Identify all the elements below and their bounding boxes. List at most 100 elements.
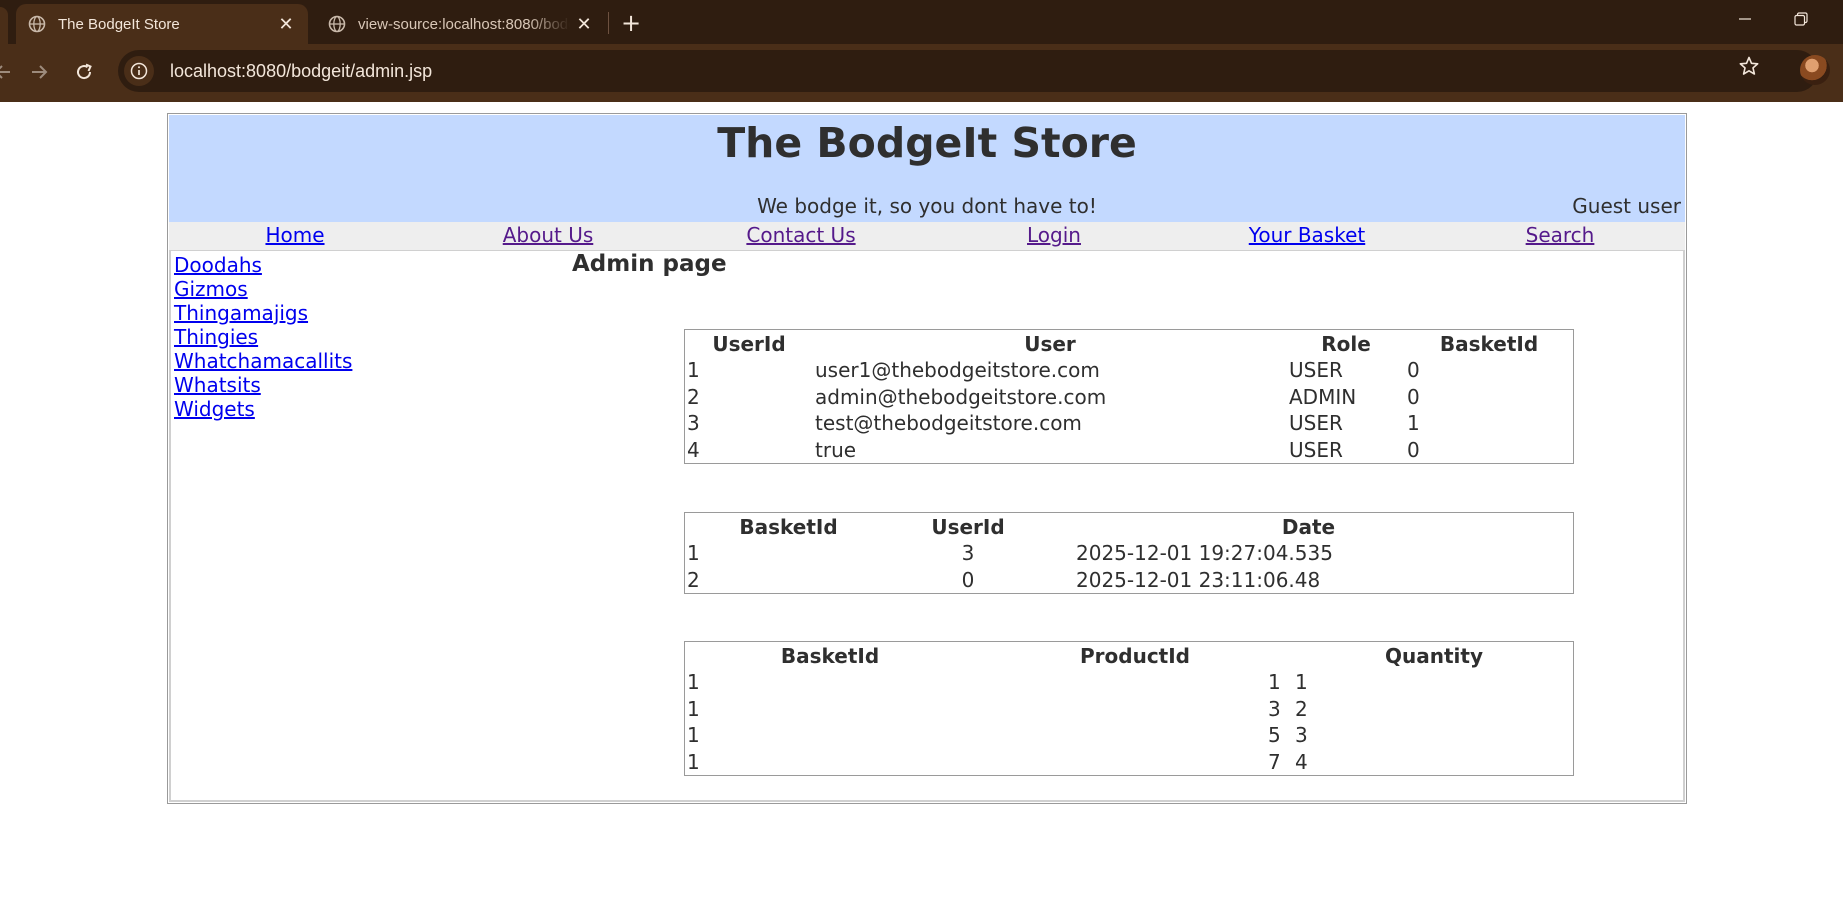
table-row: 1 7 4: [685, 749, 1573, 776]
content-area: Doodahs Gizmos Thingamajigs Thingies Wha…: [169, 250, 1685, 802]
table-cell: 1: [687, 541, 700, 566]
users-table: UserId User Role BasketId 1 user1@thebod…: [684, 329, 1574, 464]
column-header: Quantity: [1385, 643, 1483, 668]
browser-tabstrip: The BodgeIt Store ✕ view-source:localhos…: [0, 0, 1843, 44]
column-header: BasketId: [780, 643, 880, 668]
table-row: 3 test@thebodgeitstore.com USER 1: [685, 410, 1573, 437]
globe-icon: [328, 15, 346, 33]
close-icon[interactable]: ✕: [272, 10, 300, 38]
site-header: The BodgeIt Store We bodge it, so you do…: [169, 115, 1685, 222]
globe-icon: [28, 15, 46, 33]
category-link-thingamajigs[interactable]: Thingamajigs: [174, 301, 352, 325]
table-cell: test@thebodgeitstore.com: [815, 411, 1082, 436]
table-row: 1 user1@thebodgeitstore.com USER 0: [685, 357, 1573, 384]
baskets-table: BasketId UserId Date 1 3 2025-12-01 19:2…: [684, 512, 1574, 594]
table-cell: 2025-12-01 19:27:04.535: [1076, 541, 1333, 566]
profile-avatar[interactable]: [1800, 55, 1830, 85]
table-cell: 1: [687, 696, 700, 721]
basket-contents-table: BasketId ProductId Quantity 1 1 1 1 3 2 …: [684, 641, 1574, 776]
table-cell: 2025-12-01 23:11:06.48: [1076, 567, 1321, 592]
table-row: 1 5 3: [685, 722, 1573, 749]
column-header: ProductId: [1080, 643, 1190, 668]
table-header-row: BasketId ProductId Quantity: [685, 642, 1573, 669]
column-header: BasketId: [739, 514, 838, 539]
star-icon[interactable]: [1738, 55, 1760, 81]
table-cell: 2: [687, 567, 700, 592]
category-link-gizmos[interactable]: Gizmos: [174, 277, 352, 301]
user-status: Guest user: [1572, 194, 1681, 218]
category-link-thingies[interactable]: Thingies: [174, 325, 352, 349]
table-cell: 1: [1295, 670, 1308, 695]
table-row: 1 3 2: [685, 696, 1573, 723]
page-frame: The BodgeIt Store We bodge it, so you do…: [167, 113, 1687, 804]
site-nav: Home About Us Contact Us Login Your Bask…: [169, 222, 1685, 250]
table-cell: 1: [687, 749, 700, 774]
browser-toolbar: localhost:8080/bodgeit/admin.jsp: [0, 44, 1843, 102]
site-tagline: We bodge it, so you dont have to!: [757, 194, 1097, 218]
tab-sliver: [0, 7, 8, 44]
tab-separator: [608, 12, 609, 34]
table-cell: USER: [1289, 411, 1343, 436]
nav-about-us[interactable]: About Us: [503, 223, 594, 247]
table-row: 2 admin@thebodgeitstore.com ADMIN 0: [685, 384, 1573, 411]
table-cell: 2: [687, 384, 700, 409]
table-cell: 1: [687, 670, 700, 695]
table-cell: 2: [1295, 696, 1308, 721]
tab-bodgeit-store[interactable]: The BodgeIt Store ✕: [16, 4, 308, 44]
site-title: The BodgeIt Store: [717, 119, 1137, 167]
table-cell: 3: [1268, 696, 1281, 721]
plus-icon[interactable]: +: [614, 6, 648, 40]
table-cell: 3: [1295, 723, 1308, 748]
table-cell: 0: [1407, 384, 1420, 409]
table-cell: admin@thebodgeitstore.com: [815, 384, 1107, 409]
table-cell: 5: [1268, 723, 1281, 748]
url-text: localhost:8080/bodgeit/admin.jsp: [170, 60, 433, 81]
tab-view-source[interactable]: view-source:localhost:8080/bodgeit/admin…: [316, 4, 606, 44]
table-header-row: UserId User Role BasketId: [685, 330, 1573, 357]
category-link-doodahs[interactable]: Doodahs: [174, 253, 352, 277]
table-cell: 0: [1407, 437, 1420, 462]
column-header: UserId: [712, 331, 786, 356]
table-cell: user1@thebodgeitstore.com: [815, 358, 1100, 383]
column-header: User: [1024, 331, 1076, 356]
table-row: 4 true USER 0: [685, 437, 1573, 464]
table-cell: ADMIN: [1289, 384, 1357, 409]
table-cell: 1: [1268, 670, 1281, 695]
table-row: 1 3 2025-12-01 19:27:04.535: [685, 540, 1573, 567]
table-row: 2 0 2025-12-01 23:11:06.48: [685, 567, 1573, 594]
table-row: 1 1 1: [685, 669, 1573, 696]
nav-search[interactable]: Search: [1526, 223, 1595, 247]
table-cell: 1: [687, 723, 700, 748]
table-cell: 3: [961, 541, 975, 566]
table-cell: 3: [687, 411, 700, 436]
table-cell: 1: [1407, 411, 1420, 436]
table-cell: 7: [1268, 749, 1281, 774]
table-cell: true: [815, 437, 857, 462]
back-icon[interactable]: [0, 55, 20, 89]
page-title: Admin page: [572, 251, 727, 277]
table-cell: 4: [1295, 749, 1308, 774]
nav-contact-us[interactable]: Contact Us: [746, 223, 855, 247]
table-cell: 1: [687, 358, 700, 383]
tab-title: The BodgeIt Store: [58, 15, 180, 33]
address-bar[interactable]: localhost:8080/bodgeit/admin.jsp: [118, 50, 1818, 92]
category-sidebar: Doodahs Gizmos Thingamajigs Thingies Wha…: [174, 253, 352, 421]
column-header: BasketId: [1439, 331, 1539, 356]
table-header-row: BasketId UserId Date: [685, 513, 1573, 540]
nav-home[interactable]: Home: [265, 223, 324, 247]
column-header: Role: [1321, 331, 1371, 356]
category-link-whatchamacallits[interactable]: Whatchamacallits: [174, 349, 352, 373]
table-cell: USER: [1289, 437, 1343, 462]
site-info-icon[interactable]: [124, 56, 154, 86]
nav-your-basket[interactable]: Your Basket: [1249, 223, 1365, 247]
restore-icon[interactable]: [1786, 4, 1816, 34]
minimize-icon[interactable]: [1730, 4, 1760, 34]
column-header: UserId: [931, 514, 1005, 539]
category-link-whatsits[interactable]: Whatsits: [174, 373, 352, 397]
close-icon[interactable]: ✕: [570, 10, 598, 38]
reload-icon[interactable]: [67, 55, 101, 89]
nav-login[interactable]: Login: [1027, 223, 1081, 247]
category-link-widgets[interactable]: Widgets: [174, 397, 352, 421]
forward-icon[interactable]: [22, 55, 56, 89]
table-cell: 0: [961, 567, 975, 592]
